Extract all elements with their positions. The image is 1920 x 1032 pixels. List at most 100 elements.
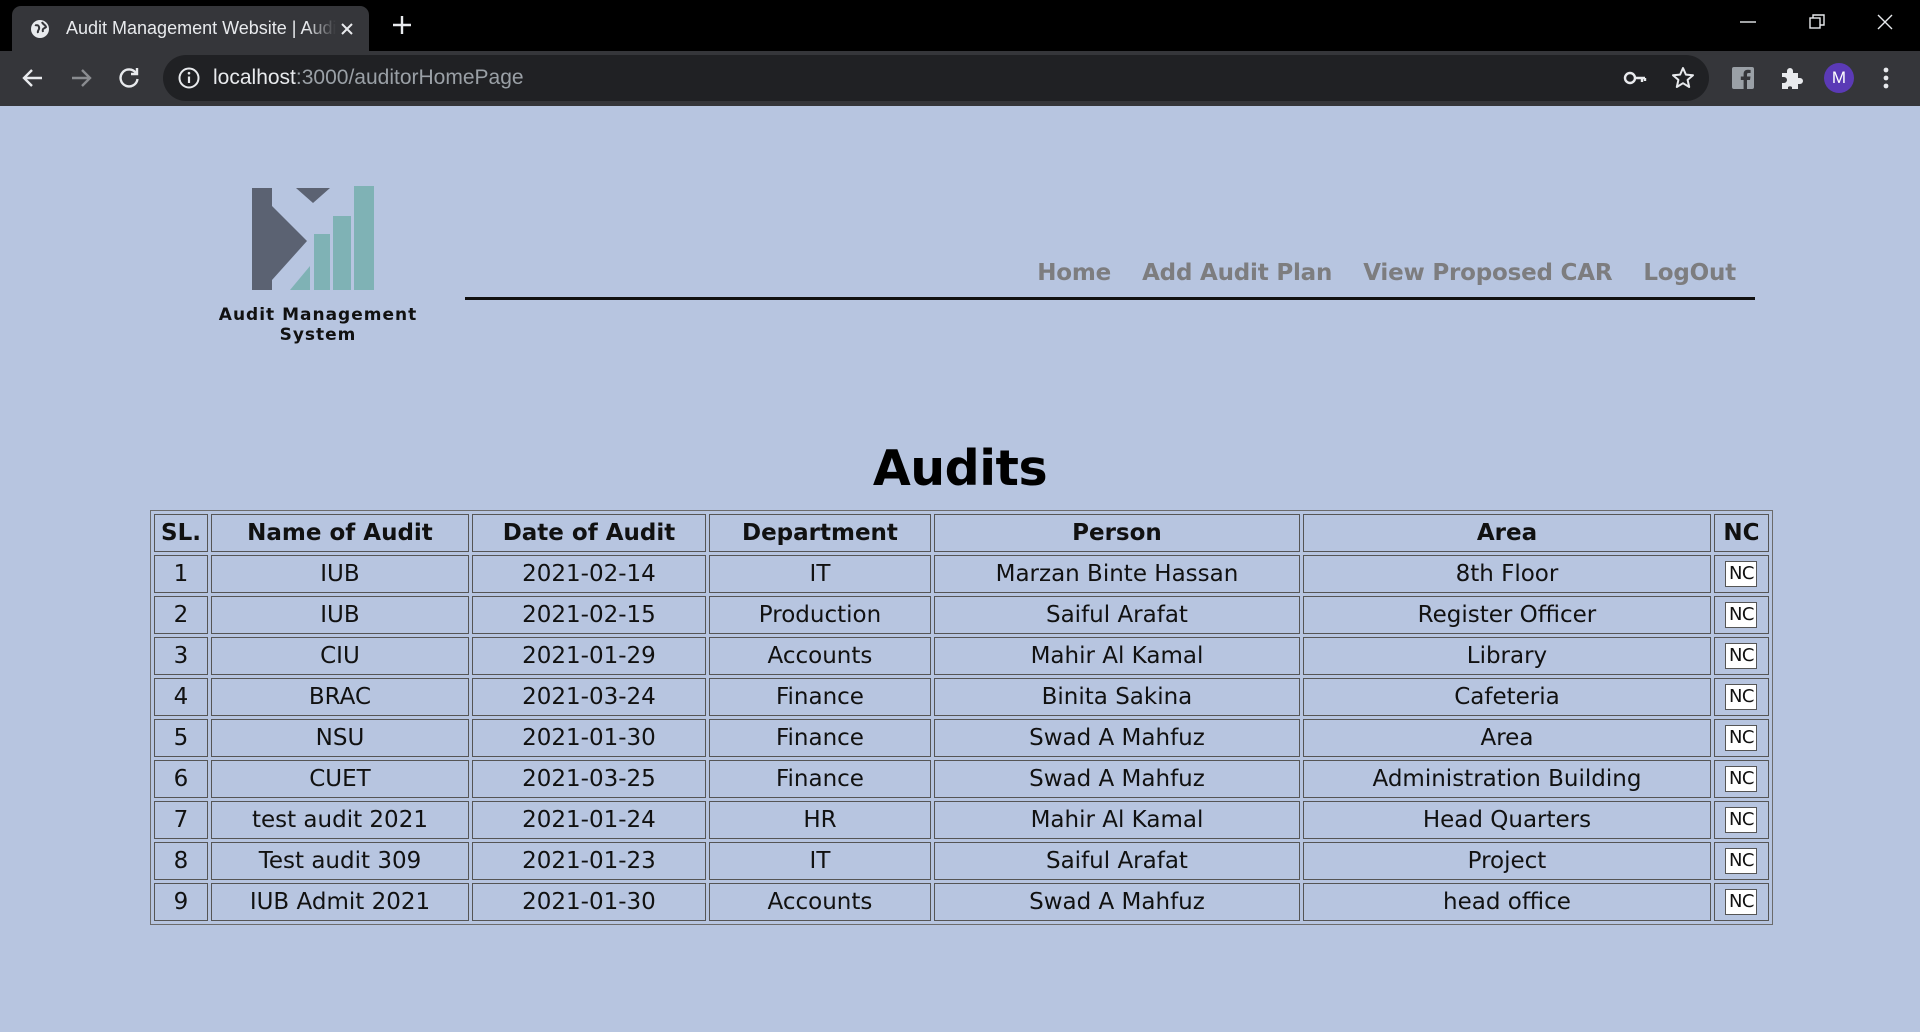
new-tab-icon[interactable]	[390, 13, 414, 37]
nav-logout-link[interactable]: LogOut	[1643, 260, 1736, 286]
cell-date: 2021-02-14	[471, 555, 706, 593]
reload-icon[interactable]	[115, 64, 143, 92]
cell-nc: NC	[1713, 596, 1769, 634]
cell-department: Finance	[708, 719, 931, 757]
cell-nc: NC	[1713, 801, 1769, 839]
cell-area: Register Officer	[1302, 596, 1711, 634]
cell-name: Test audit 309	[210, 842, 469, 880]
table-row: 6 CUET 2021-03-25 Finance Swad A Mahfuz …	[154, 760, 1769, 798]
restore-button[interactable]	[1782, 0, 1852, 44]
nav-view-proposed-car-link[interactable]: View Proposed CAR	[1363, 260, 1612, 286]
close-icon[interactable]	[336, 18, 358, 40]
nc-button[interactable]: NC	[1725, 725, 1758, 752]
column-header-department: Department	[708, 514, 931, 552]
profile-avatar[interactable]: M	[1824, 63, 1854, 93]
url-host: localhost	[213, 66, 296, 89]
column-header-sl: SL.	[154, 514, 208, 552]
cell-area: Administration Building	[1302, 760, 1711, 798]
page-body: Audit Management System Home Add Audit P…	[0, 106, 1920, 1032]
minimize-icon	[1740, 21, 1756, 23]
site-info-icon[interactable]	[177, 66, 201, 90]
cell-department: Accounts	[708, 637, 931, 675]
nc-button[interactable]: NC	[1725, 602, 1758, 629]
cell-department: Production	[708, 596, 931, 634]
close-window-button[interactable]	[1850, 0, 1920, 44]
cell-date: 2021-03-24	[471, 678, 706, 716]
globe-icon	[31, 20, 49, 38]
cell-name: IUB Admit 2021	[210, 883, 469, 921]
cell-area: Area	[1302, 719, 1711, 757]
cell-date: 2021-01-29	[471, 637, 706, 675]
cell-name: CIU	[210, 637, 469, 675]
cell-department: Finance	[708, 760, 931, 798]
url-text[interactable]: localhost:3000/auditorHomePage	[213, 64, 524, 92]
nc-button[interactable]: NC	[1725, 766, 1758, 793]
table-row: 4 BRAC 2021-03-24 Finance Binita Sakina …	[154, 678, 1769, 716]
main-navigation: Home Add Audit Plan View Proposed CAR Lo…	[465, 254, 1755, 300]
table-row: 7 test audit 2021 2021-01-24 HR Mahir Al…	[154, 801, 1769, 839]
cell-sl: 5	[154, 719, 208, 757]
cell-person: Binita Sakina	[933, 678, 1300, 716]
cell-name: NSU	[210, 719, 469, 757]
cell-area: head office	[1302, 883, 1711, 921]
cell-name: test audit 2021	[210, 801, 469, 839]
table-row: 8 Test audit 309 2021-01-23 IT Saiful Ar…	[154, 842, 1769, 880]
audits-table: SL. Name of Audit Date of Audit Departme…	[150, 510, 1773, 925]
cell-person: Swad A Mahfuz	[933, 719, 1300, 757]
column-header-person: Person	[933, 514, 1300, 552]
nc-button[interactable]: NC	[1725, 561, 1758, 588]
nc-button[interactable]: NC	[1725, 848, 1758, 875]
cell-area: Library	[1302, 637, 1711, 675]
table-row: 2 IUB 2021-02-15 Production Saiful Arafa…	[154, 596, 1769, 634]
forward-arrow-icon[interactable]	[67, 64, 95, 92]
cell-sl: 8	[154, 842, 208, 880]
cell-sl: 3	[154, 637, 208, 675]
cell-person: Saiful Arafat	[933, 842, 1300, 880]
cell-name: BRAC	[210, 678, 469, 716]
extensions-puzzle-icon[interactable]	[1777, 64, 1805, 92]
cell-area: 8th Floor	[1302, 555, 1711, 593]
browser-tab[interactable]: Audit Management Website | Auditor	[12, 6, 369, 51]
logo-caption: Audit Management System	[218, 305, 418, 345]
cell-sl: 6	[154, 760, 208, 798]
cell-person: Saiful Arafat	[933, 596, 1300, 634]
cell-nc: NC	[1713, 842, 1769, 880]
cell-date: 2021-01-24	[471, 801, 706, 839]
star-icon[interactable]	[1670, 65, 1696, 91]
cell-department: IT	[708, 555, 931, 593]
more-menu-icon[interactable]	[1876, 64, 1896, 92]
cell-name: CUET	[210, 760, 469, 798]
cell-sl: 7	[154, 801, 208, 839]
table-header-row: SL. Name of Audit Date of Audit Departme…	[154, 514, 1769, 552]
page-title: Audits	[872, 440, 1048, 497]
back-arrow-icon[interactable]	[19, 64, 47, 92]
table-row: 3 CIU 2021-01-29 Accounts Mahir Al Kamal…	[154, 637, 1769, 675]
nc-button[interactable]: NC	[1725, 889, 1758, 916]
nav-add-audit-plan-link[interactable]: Add Audit Plan	[1142, 260, 1332, 286]
cell-sl: 2	[154, 596, 208, 634]
column-header-area: Area	[1302, 514, 1711, 552]
cell-department: IT	[708, 842, 931, 880]
nav-home-link[interactable]: Home	[1037, 260, 1111, 286]
facebook-extension-icon[interactable]	[1729, 64, 1757, 92]
nc-button[interactable]: NC	[1725, 807, 1758, 834]
nc-button[interactable]: NC	[1725, 643, 1758, 670]
cell-department: Accounts	[708, 883, 931, 921]
cell-department: Finance	[708, 678, 931, 716]
column-header-nc: NC	[1713, 514, 1769, 552]
table-row: 5 NSU 2021-01-30 Finance Swad A Mahfuz A…	[154, 719, 1769, 757]
cell-date: 2021-01-30	[471, 719, 706, 757]
minimize-button[interactable]	[1713, 0, 1783, 44]
key-icon[interactable]	[1622, 65, 1648, 91]
cell-person: Mahir Al Kamal	[933, 801, 1300, 839]
table-row: 1 IUB 2021-02-14 IT Marzan Binte Hassan …	[154, 555, 1769, 593]
column-header-date: Date of Audit	[471, 514, 706, 552]
cell-date: 2021-01-30	[471, 883, 706, 921]
nc-button[interactable]: NC	[1725, 684, 1758, 711]
restore-icon	[1809, 14, 1825, 29]
cell-nc: NC	[1713, 719, 1769, 757]
cell-department: HR	[708, 801, 931, 839]
url-path: :3000/auditorHomePage	[295, 66, 524, 89]
cell-name: IUB	[210, 596, 469, 634]
cell-nc: NC	[1713, 760, 1769, 798]
